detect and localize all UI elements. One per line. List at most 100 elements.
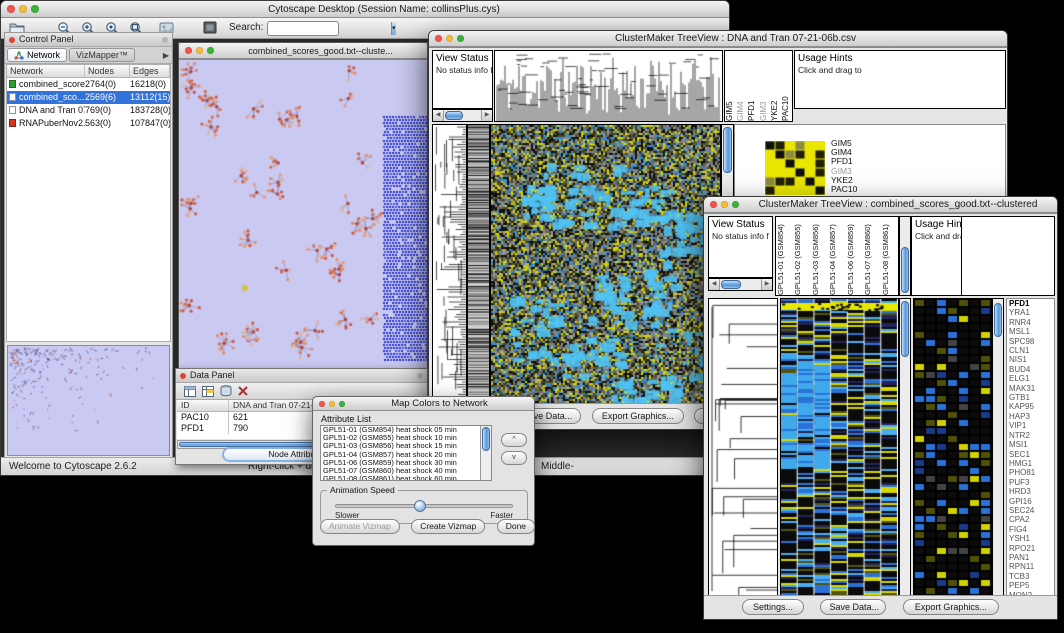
close-button[interactable]	[435, 35, 442, 42]
gene-label[interactable]: MSL1	[1007, 327, 1054, 336]
gene-label[interactable]: PUF3	[1007, 478, 1054, 487]
scroll-left-arrow[interactable]: ◀	[709, 279, 720, 290]
scroll-right-arrow[interactable]: ▶	[761, 279, 772, 290]
scroll-thumb[interactable]	[901, 247, 909, 293]
gene-label[interactable]: HRD3	[1007, 487, 1054, 496]
minimize-button[interactable]	[721, 201, 728, 208]
network-view-titlebar[interactable]: combined_scores_good.txt--cluste...	[179, 43, 427, 59]
close-button[interactable]	[319, 401, 325, 407]
gene-label[interactable]: MAK31	[1007, 384, 1054, 393]
col-nodes[interactable]: Nodes	[85, 65, 130, 77]
search-input[interactable]	[268, 22, 391, 35]
column-label[interactable]: YKE2	[770, 51, 781, 121]
heatmap-vscrollbar[interactable]	[899, 298, 911, 600]
gene-label[interactable]: CLN1	[1007, 346, 1054, 355]
heatmap-canvas[interactable]	[491, 125, 720, 405]
zoom-vscrollbar[interactable]	[992, 298, 1004, 600]
gene-label[interactable]: BUD4	[1007, 365, 1054, 374]
column-label[interactable]: GPL51-03 (GSM856)	[811, 217, 828, 295]
gene-label[interactable]: PFD1	[1007, 299, 1054, 308]
table-select-icon[interactable]	[202, 386, 214, 397]
network-list-row[interactable]: RNAPuberNov2... 563(0) 107847(0)	[7, 117, 170, 130]
gene-label[interactable]: ELG1	[1007, 374, 1054, 383]
treeview-button[interactable]: Export Graphics...	[903, 599, 999, 615]
gene-label[interactable]: HAP3	[1007, 412, 1054, 421]
dialog-button[interactable]: Animate Vizmap	[320, 519, 400, 534]
col-edges[interactable]: Edges	[130, 65, 170, 77]
gene-label[interactable]: PHO81	[1007, 468, 1054, 477]
treeview-dna-titlebar[interactable]: ClusterMaker TreeView : DNA and Tran 07-…	[429, 31, 1007, 47]
scroll-thumb[interactable]	[445, 111, 463, 120]
speed-slider-track[interactable]	[335, 504, 513, 508]
column-label[interactable]: GPL51-07 (GSM860)	[863, 217, 880, 295]
column-label[interactable]: GPL51-04 (GSM857)	[828, 217, 845, 295]
column-label[interactable]: GIM4	[736, 51, 747, 121]
scroll-thumb[interactable]	[901, 301, 909, 357]
column-label[interactable]: GPL51-08 (GSM861)	[881, 217, 898, 295]
view-status-hscrollbar[interactable]: ◀ ▶	[708, 278, 773, 291]
zoom-button[interactable]	[732, 201, 739, 208]
column-dendrogram[interactable]	[495, 51, 722, 121]
gene-label[interactable]: GPI16	[1007, 497, 1054, 506]
panel-float-icon[interactable]	[162, 37, 168, 43]
attribute-list-vscrollbar[interactable]	[480, 426, 491, 480]
tab-network[interactable]: Network	[7, 48, 67, 62]
column-label[interactable]: GPL51-01 (GSM854)	[776, 217, 793, 295]
treeview-combined-titlebar[interactable]: ClusterMaker TreeView : combined_scores_…	[704, 197, 1057, 213]
tab-vizmapper[interactable]: VizMapper™	[69, 48, 135, 62]
gene-label[interactable]: HMG1	[1007, 459, 1054, 468]
scroll-thumb[interactable]	[994, 303, 1002, 337]
gene-label[interactable]: FIG4	[1007, 525, 1054, 534]
column-label[interactable]: GIM3	[759, 51, 770, 121]
network-canvas[interactable]	[179, 60, 427, 368]
gene-label[interactable]: RPN11	[1007, 562, 1054, 571]
gene-label[interactable]: SEC1	[1007, 450, 1054, 459]
panel-float-icon[interactable]	[417, 373, 423, 379]
column-labels-vscrollbar[interactable]	[899, 216, 911, 296]
gene-label[interactable]: TCB3	[1007, 572, 1054, 581]
gene-label[interactable]: NIS1	[1007, 355, 1054, 364]
view-status-hscrollbar[interactable]: ◀ ▶	[432, 109, 493, 122]
delete-icon[interactable]	[238, 386, 248, 396]
panel-close-icon[interactable]	[180, 373, 186, 379]
scroll-right-arrow[interactable]: ▶	[481, 110, 492, 121]
col-id[interactable]: ID	[177, 400, 229, 411]
zoom-button[interactable]	[31, 5, 39, 13]
zoom-button[interactable]	[207, 47, 214, 54]
zoom-heatmap-canvas[interactable]	[914, 299, 991, 599]
gene-label[interactable]: VIP1	[1007, 421, 1054, 430]
minimize-button[interactable]	[329, 401, 335, 407]
speed-slider-thumb[interactable]	[414, 500, 426, 512]
column-label[interactable]: PFD1	[747, 51, 758, 121]
gene-label[interactable]: MSI1	[1007, 440, 1054, 449]
zoom-button[interactable]	[457, 35, 464, 42]
minimize-button[interactable]	[196, 47, 203, 54]
gene-label[interactable]: SEC24	[1007, 506, 1054, 515]
row-dendrogram[interactable]	[709, 299, 777, 599]
minimize-button[interactable]	[446, 35, 453, 42]
dialog-button[interactable]: Create Vizmap	[411, 519, 485, 534]
table-grid-icon[interactable]	[184, 386, 196, 397]
gene-label[interactable]: PAN1	[1007, 553, 1054, 562]
column-label[interactable]: GIM5	[725, 51, 736, 121]
scroll-thumb[interactable]	[482, 427, 490, 451]
column-label[interactable]: GPL51-06 (GSM859)	[846, 217, 863, 295]
attribute-list[interactable]: GPL51-01 (GSM854) heat shock 05 min GPL5…	[320, 425, 492, 481]
gene-label[interactable]: RPO21	[1007, 544, 1054, 553]
column-label[interactable]: PAC10	[781, 51, 792, 121]
annotation-icon[interactable]	[203, 21, 219, 36]
network-overview-thumbnail[interactable]	[7, 345, 170, 456]
treeview-button[interactable]: Export Graphics...	[592, 408, 684, 424]
database-icon[interactable]	[220, 385, 232, 397]
heatmap-canvas[interactable]	[781, 299, 898, 599]
treeview-button[interactable]: Settings...	[742, 599, 804, 615]
gene-label[interactable]: CPA2	[1007, 515, 1054, 524]
close-button[interactable]	[710, 201, 717, 208]
gene-label[interactable]: PAC10	[831, 185, 857, 194]
minimize-button[interactable]	[19, 5, 27, 13]
scroll-thumb[interactable]	[721, 280, 741, 289]
close-button[interactable]	[185, 47, 192, 54]
dialog-titlebar[interactable]: Map Colors to Network	[313, 397, 534, 411]
gene-label[interactable]: GTB1	[1007, 393, 1054, 402]
treeview-button[interactable]: Save Data...	[820, 599, 886, 615]
